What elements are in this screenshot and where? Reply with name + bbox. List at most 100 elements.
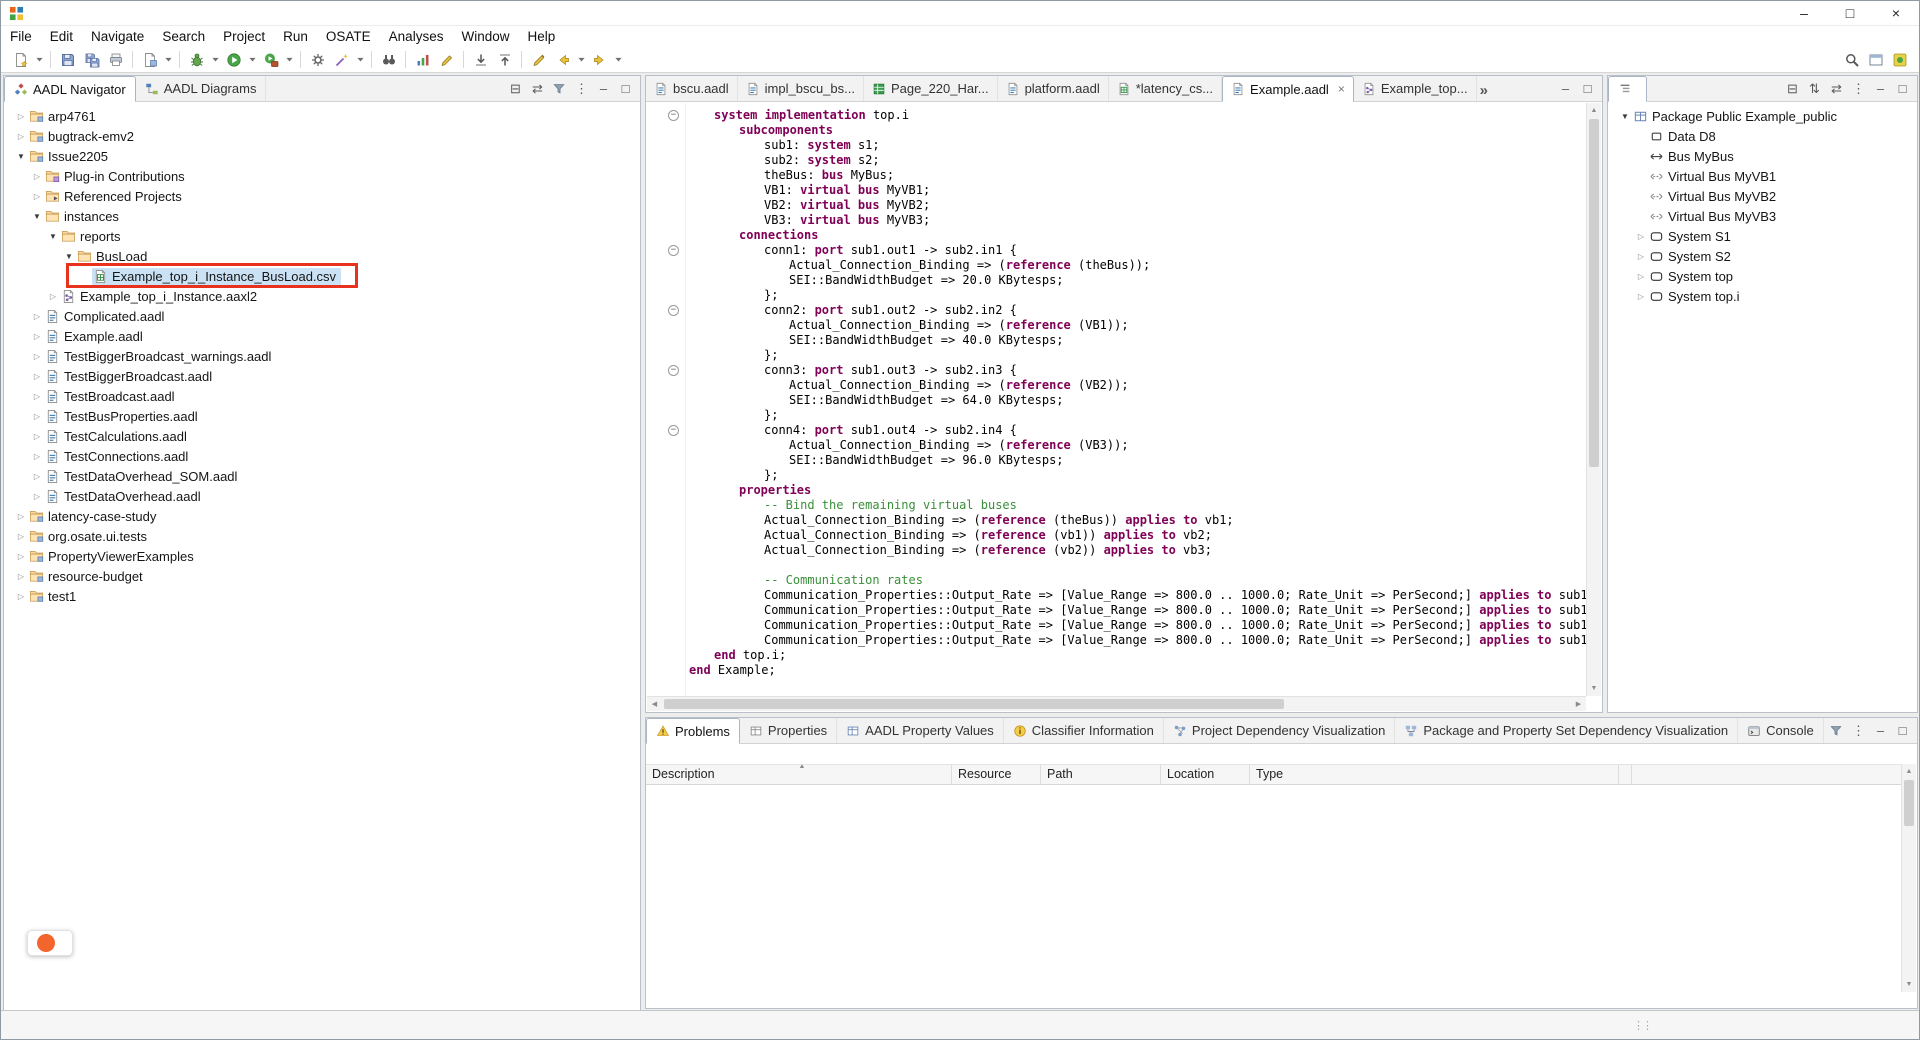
code-line[interactable]: Actual_Connection_Binding => (reference … <box>647 438 1586 453</box>
code-line[interactable]: SEI::BandWidthBudget => 64.0 KBytesps; <box>647 393 1586 408</box>
outline-item-virtual-bus-myvb3[interactable]: Virtual Bus MyVB3 <box>1608 206 1917 226</box>
expand-arrow-icon[interactable]: ▷ <box>30 392 44 401</box>
problems-scroll-up-icon[interactable]: ▲ <box>1902 764 1916 779</box>
close-button[interactable]: × <box>1873 1 1919 25</box>
scroll-up-icon[interactable]: ▲ <box>1587 103 1601 118</box>
back-icon[interactable] <box>551 49 574 71</box>
dropdown-icon[interactable] <box>246 49 258 71</box>
nav-item-testbroadcast-aadl[interactable]: ▷ TestBroadcast.aadl <box>4 386 640 406</box>
code-line[interactable]: properties <box>647 483 1586 498</box>
expand-arrow-icon[interactable]: ▷ <box>14 512 28 521</box>
sort-icon[interactable]: ⇅ <box>1807 82 1822 95</box>
menu-help[interactable]: Help <box>518 27 564 46</box>
outline-item-package-public-example-public[interactable]: ▼ Package Public Example_public <box>1608 106 1917 126</box>
expand-arrow-icon[interactable]: ▷ <box>14 532 28 541</box>
maximize-icon[interactable]: □ <box>1895 724 1910 737</box>
code-line[interactable]: subcomponents <box>647 123 1586 138</box>
prev-annotation-icon[interactable] <box>493 49 516 71</box>
column-header-path[interactable]: Path <box>1041 765 1161 784</box>
code-line[interactable]: Actual_Connection_Binding => (reference … <box>647 528 1586 543</box>
view-menu-icon[interactable]: ⋮ <box>1851 724 1866 737</box>
nav-item-arp4761[interactable]: ▷ arp4761 <box>4 106 640 126</box>
debug-icon[interactable] <box>185 49 208 71</box>
expand-arrow-icon[interactable]: ▷ <box>14 112 28 121</box>
menu-run[interactable]: Run <box>274 27 317 46</box>
nav-item-bugtrack-emv2[interactable]: ▷ bugtrack-emv2 <box>4 126 640 146</box>
outline-item-virtual-bus-myvb1[interactable]: Virtual Bus MyVB1 <box>1608 166 1917 186</box>
fold-collapse-icon[interactable]: − <box>668 245 679 256</box>
expand-arrow-icon[interactable]: ▷ <box>1634 292 1648 301</box>
code-line[interactable]: connections <box>647 228 1586 243</box>
more-tabs-chevron[interactable]: » <box>1477 76 1493 101</box>
dropdown-icon[interactable] <box>209 49 221 71</box>
outline-item-system-top[interactable]: ▷ System top <box>1608 266 1917 286</box>
maximize-icon[interactable]: □ <box>618 82 633 95</box>
filter-icon[interactable] <box>552 82 567 96</box>
menu-window[interactable]: Window <box>452 27 518 46</box>
code-line[interactable]: Communication_Properties::Output_Rate =>… <box>647 603 1586 618</box>
code-line[interactable]: }; <box>647 288 1586 303</box>
code-line[interactable]: Actual_Connection_Binding => (reference … <box>647 378 1586 393</box>
filter-icon[interactable] <box>1829 724 1844 738</box>
instantiate-icon[interactable] <box>306 49 329 71</box>
view-menu-icon[interactable]: ⋮ <box>574 82 589 95</box>
view-tab-package-and-property-set-dependency-visualization[interactable]: Package and Property Set Dependency Visu… <box>1395 718 1739 743</box>
editor-hscroll-thumb[interactable] <box>664 699 1284 709</box>
view-tab-aadl-property-values[interactable]: AADL Property Values <box>837 718 1004 743</box>
code-line[interactable]: Communication_Properties::Output_Rate =>… <box>647 618 1586 633</box>
external-tools-icon[interactable] <box>259 49 282 71</box>
editor-tab-impl-bscu-bs[interactable]: impl_bscu_bs... <box>738 76 864 101</box>
close-tab-icon[interactable]: × <box>1338 82 1345 96</box>
fold-collapse-icon[interactable]: − <box>668 365 679 376</box>
expand-arrow-icon[interactable]: ▷ <box>30 492 44 501</box>
sogou-logo[interactable] <box>37 934 55 952</box>
code-line[interactable]: SEI::BandWidthBudget => 40.0 KBytesps; <box>647 333 1586 348</box>
print-icon[interactable] <box>104 49 127 71</box>
nav-item-busload[interactable]: ▼ BusLoad <box>4 246 640 266</box>
code-line[interactable]: − conn2: port sub1.out2 -> sub2.in2 { <box>647 303 1586 318</box>
minimize-button[interactable]: – <box>1781 1 1827 25</box>
nav-item-plug-in-contributions[interactable]: ▷ Plug-in Contributions <box>4 166 640 186</box>
expand-arrow-icon[interactable]: ▷ <box>30 352 44 361</box>
chart-icon[interactable] <box>411 49 434 71</box>
code-line[interactable]: Actual_Connection_Binding => (reference … <box>647 258 1586 273</box>
nav-item-resource-budget[interactable]: ▷ resource-budget <box>4 566 640 586</box>
minimize-icon[interactable]: – <box>596 82 611 95</box>
search-icon[interactable] <box>1840 49 1863 71</box>
code-line[interactable]: VB1: virtual bus MyVB1; <box>647 183 1586 198</box>
code-line[interactable]: SEI::BandWidthBudget => 20.0 KBytesps; <box>647 273 1586 288</box>
dropdown-icon[interactable] <box>33 49 45 71</box>
nav-item-test1[interactable]: ▷ test1 <box>4 586 640 606</box>
nav-item-complicated-aadl[interactable]: ▷ Complicated.aadl <box>4 306 640 326</box>
code-editor[interactable]: − system implementation top.i subcomponent… <box>647 103 1586 696</box>
nav-item-latency-case-study[interactable]: ▷ latency-case-study <box>4 506 640 526</box>
next-annotation-icon[interactable] <box>469 49 492 71</box>
column-header-resource[interactable]: Resource <box>952 765 1041 784</box>
fold-collapse-icon[interactable]: − <box>668 110 679 121</box>
menu-edit[interactable]: Edit <box>41 27 82 46</box>
expand-arrow-icon[interactable]: ▷ <box>30 312 44 321</box>
nav-item-propertyviewerexamples[interactable]: ▷ PropertyViewerExamples <box>4 546 640 566</box>
expand-arrow-icon[interactable]: ▷ <box>14 592 28 601</box>
menu-file[interactable]: File <box>1 27 41 46</box>
editor-window-icon[interactable] <box>1864 49 1887 71</box>
collapse-all-icon[interactable]: ⊟ <box>508 82 523 95</box>
expand-arrow-icon[interactable]: ▷ <box>1634 232 1648 241</box>
outline-item-bus-mybus[interactable]: Bus MyBus <box>1608 146 1917 166</box>
code-line[interactable]: VB3: virtual bus MyVB3; <box>647 213 1586 228</box>
editor-tab-latency-cs[interactable]: *latency_cs... <box>1109 76 1223 101</box>
tab-outline[interactable] <box>1608 76 1647 102</box>
menu-navigate[interactable]: Navigate <box>82 27 153 46</box>
collapse-arrow-icon[interactable]: ▼ <box>30 212 44 221</box>
wand-icon[interactable] <box>330 49 353 71</box>
navigator-tab-aadl-navigator[interactable]: AADL Navigator <box>4 76 136 102</box>
menu-search[interactable]: Search <box>153 27 214 46</box>
code-line[interactable] <box>647 558 1586 573</box>
code-line[interactable]: Communication_Properties::Output_Rate =>… <box>647 588 1586 603</box>
nav-item-referenced-projects[interactable]: ▷ Referenced Projects <box>4 186 640 206</box>
code-line[interactable]: Communication_Properties::Output_Rate =>… <box>647 633 1586 648</box>
problems-scroll-down-icon[interactable]: ▼ <box>1902 977 1916 992</box>
expand-arrow-icon[interactable]: ▷ <box>1634 252 1648 261</box>
code-line[interactable]: -- Communication rates <box>647 573 1586 588</box>
maximize-icon[interactable]: □ <box>1580 82 1595 95</box>
